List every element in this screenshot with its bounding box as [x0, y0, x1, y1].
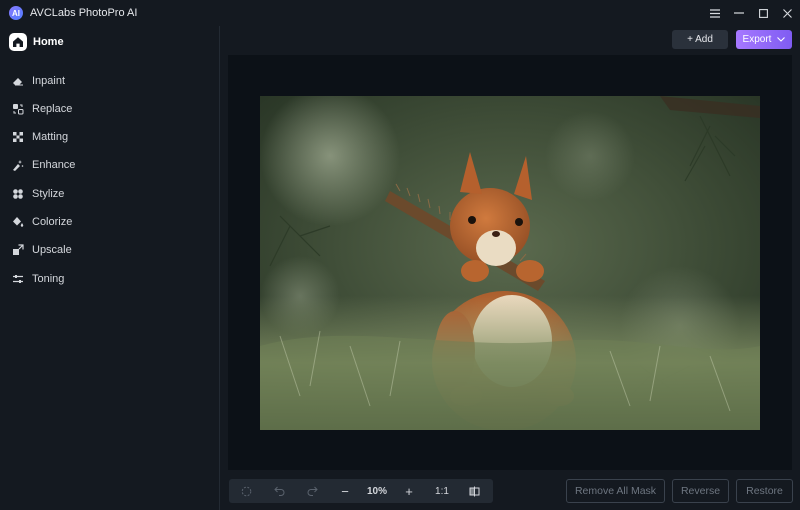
- minimize-icon[interactable]: [728, 0, 750, 26]
- zoom-out-button[interactable]: −: [329, 479, 361, 503]
- sidebar-item-inpaint[interactable]: Inpaint: [12, 73, 65, 89]
- reverse-button[interactable]: Reverse: [672, 479, 729, 503]
- sidebar-item-home[interactable]: Home: [9, 32, 64, 52]
- sidebar-item-enhance[interactable]: Enhance: [12, 157, 75, 173]
- zoom-in-button[interactable]: +: [393, 479, 425, 503]
- export-button[interactable]: Export: [736, 30, 792, 49]
- window-controls: [704, 0, 800, 26]
- replace-icon: [12, 103, 24, 115]
- sidebar-item-label: Inpaint: [32, 75, 66, 87]
- upscale-icon: [12, 244, 24, 256]
- redo-icon[interactable]: [295, 479, 329, 503]
- maximize-icon[interactable]: [752, 0, 774, 26]
- image-canvas[interactable]: [228, 55, 792, 470]
- sidebar-item-matting[interactable]: Matting: [12, 129, 68, 145]
- actual-size-button[interactable]: 1:1: [425, 479, 459, 503]
- enhance-icon: [12, 159, 24, 171]
- canvas-toolbar: − 10% + 1:1: [229, 479, 493, 503]
- app-title: AVCLabs PhotoPro AI: [30, 7, 138, 19]
- header-actions: + Add Export: [672, 30, 792, 49]
- remove-all-mask-button[interactable]: Remove All Mask: [566, 479, 665, 503]
- eraser-icon: [12, 75, 24, 87]
- zoom-level: 10%: [366, 485, 387, 497]
- restore-button[interactable]: Restore: [736, 479, 793, 503]
- home-icon: [9, 33, 27, 51]
- toning-icon: [12, 273, 24, 285]
- sidebar-item-toning[interactable]: Toning: [12, 271, 64, 287]
- sidebar-item-label: Toning: [32, 273, 65, 285]
- app-logo-icon: AI: [9, 6, 23, 20]
- sidebar: Home Inpaint Replace Matting Enhance Sty…: [0, 26, 220, 510]
- chevron-down-icon: [777, 37, 786, 42]
- sidebar-item-label: Home: [33, 36, 64, 48]
- sidebar-item-label: Upscale: [32, 244, 72, 256]
- sidebar-item-colorize[interactable]: Colorize: [12, 214, 72, 230]
- export-label: Export: [742, 34, 772, 45]
- sidebar-item-label: Enhance: [32, 159, 76, 171]
- close-icon[interactable]: [776, 0, 798, 26]
- undo-icon[interactable]: [263, 479, 295, 503]
- sidebar-item-label: Replace: [32, 103, 73, 115]
- sidebar-item-replace[interactable]: Replace: [12, 101, 72, 117]
- app-logo-text: AI: [12, 8, 20, 18]
- sidebar-item-upscale[interactable]: Upscale: [12, 242, 72, 258]
- colorize-icon: [12, 216, 24, 228]
- add-button[interactable]: + Add: [672, 30, 728, 49]
- sidebar-item-label: Matting: [32, 131, 69, 143]
- stylize-icon: [12, 188, 24, 200]
- sidebar-item-stylize[interactable]: Stylize: [12, 186, 64, 202]
- lasso-icon[interactable]: [229, 479, 263, 503]
- photo-preview[interactable]: [260, 96, 760, 430]
- squirrel-photo-image: [260, 96, 760, 430]
- title-bar: AI AVCLabs PhotoPro AI: [0, 0, 800, 26]
- matting-icon: [12, 131, 24, 143]
- sidebar-item-label: Stylize: [32, 188, 65, 200]
- compare-icon[interactable]: [459, 479, 489, 503]
- sidebar-item-label: Colorize: [32, 216, 73, 228]
- hamburger-icon[interactable]: [704, 0, 726, 26]
